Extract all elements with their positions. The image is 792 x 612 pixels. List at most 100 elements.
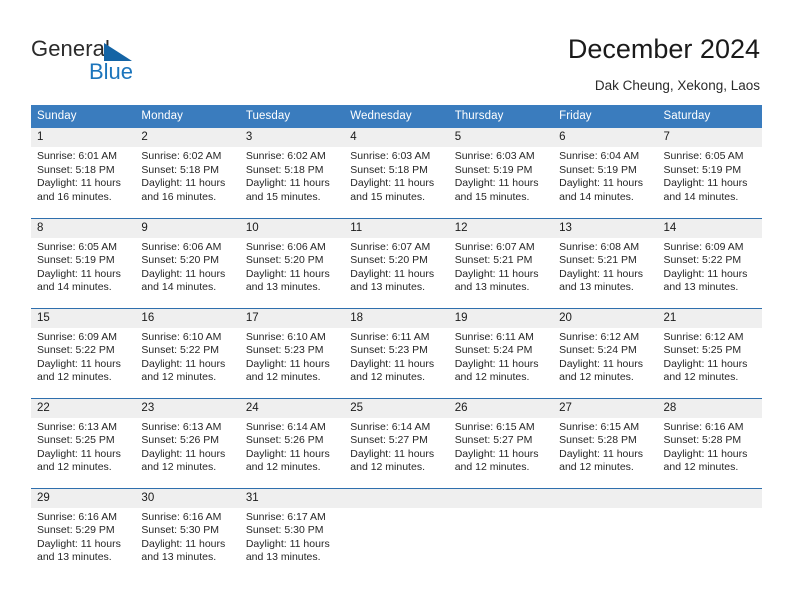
calendar-day-cell[interactable]: 16 Sunrise: 6:10 AM Sunset: 5:22 PM Dayligh… bbox=[135, 307, 240, 398]
sunrise-text: Sunrise: 6:06 AM bbox=[245, 240, 326, 253]
day-number: 14 bbox=[657, 218, 762, 238]
day-details: Sunrise: 6:03 AM Sunset: 5:18 PM Daylight:… bbox=[344, 147, 448, 204]
sunset-text: Sunset: 5:26 PM bbox=[141, 434, 220, 447]
weekday-header-tuesday: Tuesday bbox=[239, 105, 345, 128]
daylight-text-line1: Daylight: 11 hours bbox=[245, 537, 330, 550]
calendar-day-cell[interactable]: 18 Sunrise: 6:11 AM Sunset: 5:23 PM Dayligh… bbox=[344, 307, 449, 398]
daylight-text-line2: and 16 minutes. bbox=[141, 190, 217, 203]
calendar-day-cell[interactable]: 26 Sunrise: 6:15 AM Sunset: 5:27 PM Dayligh… bbox=[448, 397, 554, 488]
sunrise-text: Sunrise: 6:13 AM bbox=[141, 420, 222, 433]
daylight-text-line2: and 12 minutes. bbox=[141, 371, 217, 384]
day-number: 16 bbox=[135, 308, 240, 328]
sunset-text: Sunset: 5:22 PM bbox=[663, 254, 742, 267]
sunrise-text: Sunrise: 6:08 AM bbox=[559, 240, 640, 253]
calendar-day-cell[interactable]: 31 Sunrise: 6:17 AM Sunset: 5:30 PM Dayligh… bbox=[239, 487, 345, 578]
day-number: 19 bbox=[448, 308, 554, 328]
day-number bbox=[344, 488, 449, 508]
daylight-text-line1: Daylight: 11 hours bbox=[141, 447, 226, 460]
calendar-day-cell[interactable]: 5 Sunrise: 6:03 AM Sunset: 5:19 PM Daylight… bbox=[448, 128, 554, 218]
calendar-day-cell[interactable]: 24 Sunrise: 6:14 AM Sunset: 5:26 PM Dayligh… bbox=[239, 397, 345, 488]
day-number: 24 bbox=[239, 398, 345, 418]
sunset-text: Sunset: 5:25 PM bbox=[37, 434, 115, 447]
calendar-day-cell[interactable]: 15 Sunrise: 6:09 AM Sunset: 5:22 PM Dayligh… bbox=[31, 307, 136, 398]
sunset-text: Sunset: 5:28 PM bbox=[663, 434, 742, 447]
sunset-text: Sunset: 5:19 PM bbox=[37, 254, 115, 267]
daylight-text-line2: and 13 minutes. bbox=[454, 281, 530, 294]
day-details: Sunrise: 6:10 AM Sunset: 5:23 PM Daylight:… bbox=[240, 328, 344, 385]
sunrise-text: Sunrise: 6:07 AM bbox=[350, 240, 431, 253]
calendar-day-cell[interactable]: 25 Sunrise: 6:14 AM Sunset: 5:27 PM Dayligh… bbox=[344, 397, 449, 488]
daylight-text-line1: Daylight: 11 hours bbox=[559, 267, 643, 280]
calendar-day-cell[interactable]: 8 Sunrise: 6:05 AM Sunset: 5:19 PM Daylight… bbox=[31, 217, 136, 308]
calendar-day-cell[interactable]: 3 Sunrise: 6:02 AM Sunset: 5:18 PM Daylight… bbox=[239, 128, 345, 218]
calendar-header-row: Sunday Monday Tuesday Wednesday Thursday… bbox=[31, 105, 762, 128]
sunset-text: Sunset: 5:18 PM bbox=[37, 163, 115, 176]
daylight-text-line2: and 12 minutes. bbox=[454, 371, 530, 384]
sunrise-text: Sunrise: 6:15 AM bbox=[559, 420, 640, 433]
calendar-day-cell[interactable]: 21 Sunrise: 6:12 AM Sunset: 5:25 PM Dayligh… bbox=[657, 307, 762, 398]
daylight-text-line1: Daylight: 11 hours bbox=[37, 447, 121, 460]
day-number: 12 bbox=[448, 218, 554, 238]
day-details: Sunrise: 6:17 AM Sunset: 5:30 PM Daylight:… bbox=[240, 508, 344, 565]
calendar-day-cell[interactable]: 7 Sunrise: 6:05 AM Sunset: 5:19 PM Daylight… bbox=[657, 128, 762, 218]
day-details: Sunrise: 6:04 AM Sunset: 5:19 PM Daylight:… bbox=[553, 147, 657, 204]
sunset-text: Sunset: 5:29 PM bbox=[37, 524, 115, 537]
sunset-text: Sunset: 5:23 PM bbox=[350, 344, 428, 357]
calendar-day-cell[interactable]: 14 Sunrise: 6:09 AM Sunset: 5:22 PM Dayligh… bbox=[657, 217, 762, 308]
daylight-text-line2: and 13 minutes. bbox=[245, 551, 321, 564]
calendar-day-cell[interactable]: 28 Sunrise: 6:16 AM Sunset: 5:28 PM Dayligh… bbox=[657, 397, 762, 488]
calendar-day-cell[interactable]: 20 Sunrise: 6:12 AM Sunset: 5:24 PM Dayligh… bbox=[553, 307, 658, 398]
calendar-day-cell[interactable]: 9 Sunrise: 6:06 AM Sunset: 5:20 PM Daylight… bbox=[135, 217, 240, 308]
daylight-text-line2: and 13 minutes. bbox=[559, 281, 634, 294]
calendar-week-row: 29 Sunrise: 6:16 AM Sunset: 5:29 PM Dayligh… bbox=[31, 487, 762, 578]
calendar-day-cell[interactable]: 1 Sunrise: 6:01 AM Sunset: 5:18 PM Daylight… bbox=[31, 128, 136, 218]
daylight-text-line2: and 12 minutes. bbox=[141, 461, 217, 474]
day-number: 30 bbox=[135, 488, 240, 508]
daylight-text-line2: and 15 minutes. bbox=[350, 190, 425, 203]
calendar-day-cell-empty bbox=[448, 487, 554, 578]
daylight-text-line1: Daylight: 11 hours bbox=[37, 357, 121, 370]
calendar-day-cell[interactable]: 23 Sunrise: 6:13 AM Sunset: 5:26 PM Dayligh… bbox=[135, 397, 240, 488]
daylight-text-line1: Daylight: 11 hours bbox=[141, 267, 226, 280]
daylight-text-line2: and 13 minutes. bbox=[37, 551, 112, 564]
sunset-text: Sunset: 5:30 PM bbox=[245, 524, 324, 537]
sunset-text: Sunset: 5:27 PM bbox=[350, 434, 428, 447]
calendar-day-cell[interactable]: 4 Sunrise: 6:03 AM Sunset: 5:18 PM Daylight… bbox=[344, 128, 449, 218]
daylight-text-line1: Daylight: 11 hours bbox=[350, 267, 435, 280]
calendar-day-cell[interactable]: 22 Sunrise: 6:13 AM Sunset: 5:25 PM Dayligh… bbox=[31, 397, 136, 488]
day-number: 17 bbox=[239, 308, 345, 328]
sunrise-text: Sunrise: 6:13 AM bbox=[37, 420, 117, 433]
sunrise-text: Sunrise: 6:11 AM bbox=[454, 330, 534, 343]
daylight-text-line1: Daylight: 11 hours bbox=[663, 267, 748, 280]
sunrise-text: Sunrise: 6:11 AM bbox=[350, 330, 430, 343]
day-details: Sunrise: 6:14 AM Sunset: 5:27 PM Daylight:… bbox=[344, 418, 448, 475]
calendar-day-cell[interactable]: 27 Sunrise: 6:15 AM Sunset: 5:28 PM Dayligh… bbox=[553, 397, 658, 488]
sunrise-text: Sunrise: 6:05 AM bbox=[663, 150, 744, 162]
daylight-text-line1: Daylight: 11 hours bbox=[245, 177, 330, 190]
sunrise-text: Sunrise: 6:09 AM bbox=[663, 240, 744, 253]
sunset-text: Sunset: 5:26 PM bbox=[245, 434, 324, 447]
calendar-day-cell[interactable]: 2 Sunrise: 6:02 AM Sunset: 5:18 PM Daylight… bbox=[135, 128, 240, 218]
day-number: 25 bbox=[344, 398, 449, 418]
calendar-day-cell[interactable]: 17 Sunrise: 6:10 AM Sunset: 5:23 PM Dayligh… bbox=[239, 307, 345, 398]
weekday-header-monday: Monday bbox=[135, 105, 240, 128]
calendar-day-cell[interactable]: 6 Sunrise: 6:04 AM Sunset: 5:19 PM Daylight… bbox=[553, 128, 658, 218]
calendar-day-cell[interactable]: 10 Sunrise: 6:06 AM Sunset: 5:20 PM Dayligh… bbox=[239, 217, 345, 308]
day-number: 1 bbox=[31, 128, 136, 147]
daylight-text-line2: and 12 minutes. bbox=[350, 461, 425, 474]
calendar-day-cell[interactable]: 11 Sunrise: 6:07 AM Sunset: 5:20 PM Dayligh… bbox=[344, 217, 449, 308]
daylight-text-line1: Daylight: 11 hours bbox=[37, 177, 121, 190]
calendar-day-cell[interactable]: 30 Sunrise: 6:16 AM Sunset: 5:30 PM Dayligh… bbox=[135, 487, 240, 578]
calendar-body: 1 Sunrise: 6:01 AM Sunset: 5:18 PM Daylight… bbox=[31, 128, 762, 578]
weekday-header-wednesday: Wednesday bbox=[344, 105, 449, 128]
day-details: Sunrise: 6:06 AM Sunset: 5:20 PM Daylight:… bbox=[135, 238, 239, 295]
calendar-day-cell[interactable]: 13 Sunrise: 6:08 AM Sunset: 5:21 PM Dayligh… bbox=[553, 217, 658, 308]
brand-logo[interactable]: General Blue bbox=[31, 36, 241, 88]
day-details: Sunrise: 6:15 AM Sunset: 5:28 PM Daylight:… bbox=[553, 418, 657, 475]
calendar-day-cell[interactable]: 12 Sunrise: 6:07 AM Sunset: 5:21 PM Dayligh… bbox=[448, 217, 554, 308]
sunrise-text: Sunrise: 6:09 AM bbox=[37, 330, 117, 343]
calendar-day-cell[interactable]: 19 Sunrise: 6:11 AM Sunset: 5:24 PM Dayligh… bbox=[448, 307, 554, 398]
calendar-day-cell[interactable]: 29 Sunrise: 6:16 AM Sunset: 5:29 PM Dayligh… bbox=[31, 487, 136, 578]
sunrise-text: Sunrise: 6:03 AM bbox=[350, 150, 431, 162]
daylight-text-line2: and 16 minutes. bbox=[37, 190, 112, 203]
